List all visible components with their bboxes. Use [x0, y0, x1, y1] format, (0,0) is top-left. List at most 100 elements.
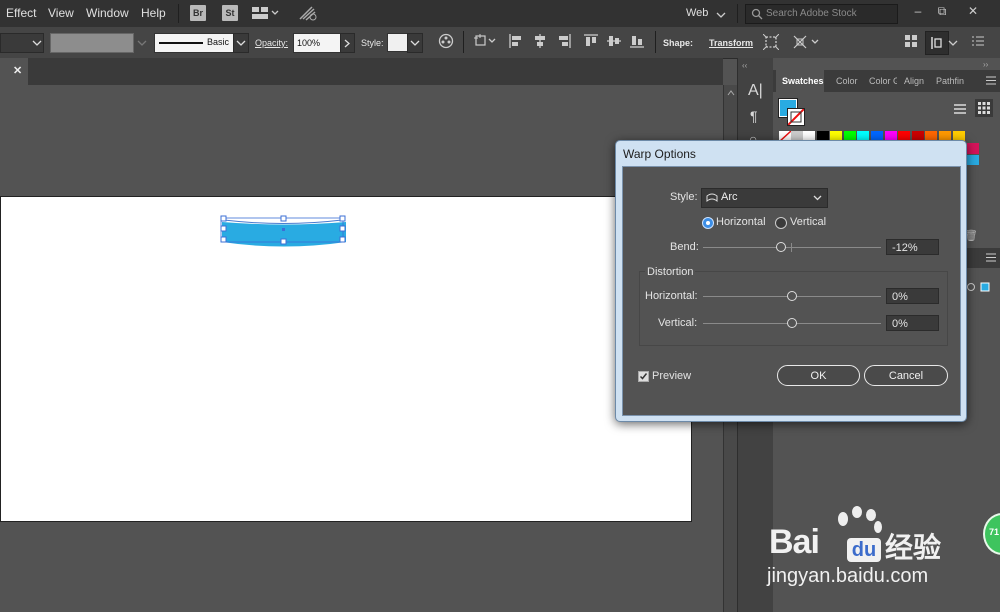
stroke-swatch[interactable]: [787, 108, 805, 126]
panel-tab-bar: Swatches Color Color Guide Align Pathfin…: [773, 70, 1000, 92]
minimize-icon[interactable]: –: [907, 2, 929, 20]
list-view-icon[interactable]: [953, 103, 967, 118]
document-tab-bar: ✕: [0, 58, 723, 85]
bend-slider-center-tick: [791, 243, 792, 252]
watermark-url: jingyan.baidu.com: [767, 565, 929, 587]
vertical-radio-label[interactable]: Vertical: [790, 216, 826, 228]
layer-target-icon[interactable]: [967, 282, 991, 295]
distortion-vertical-label: Vertical:: [658, 317, 698, 329]
arrange-panels-icon[interactable]: [905, 35, 918, 51]
character-panel-icon[interactable]: A|: [748, 82, 763, 100]
stock-icon[interactable]: St: [222, 5, 238, 21]
warp-style-dropdown[interactable]: Arc: [701, 188, 828, 208]
watermark-brand: Bai: [769, 523, 820, 561]
distortion-vertical-slider-handle[interactable]: [787, 318, 797, 328]
arrange-documents-icon[interactable]: [252, 6, 279, 19]
tab-pathfinder[interactable]: Pathfinder: [936, 76, 964, 86]
align-vertical-center-icon[interactable]: [607, 34, 621, 51]
transform-link[interactable]: Transform: [709, 38, 753, 48]
bridge-icon[interactable]: Br: [190, 5, 206, 21]
cancel-button[interactable]: Cancel: [864, 365, 948, 386]
ok-button[interactable]: OK: [777, 365, 860, 386]
swatch-cell[interactable]: [967, 155, 979, 165]
panel-menu-icon[interactable]: [986, 253, 996, 265]
swatch-cell[interactable]: [967, 143, 979, 154]
graphic-style-swatch[interactable]: [387, 33, 408, 52]
close-tab-icon[interactable]: ✕: [13, 64, 22, 77]
tab-color[interactable]: Color: [836, 76, 858, 86]
dialog-body: Style: Arc Horizontal Vertical Bend: -12…: [622, 166, 961, 416]
control-panel-toggle[interactable]: [925, 31, 949, 55]
workspace-switcher[interactable]: Web: [686, 7, 708, 19]
align-bottom-icon[interactable]: [630, 34, 644, 51]
control-divider: [463, 31, 464, 53]
menu-effect[interactable]: Effect: [6, 6, 36, 20]
style-label: Style:: [670, 191, 698, 203]
style-dropdown-toggle[interactable]: [407, 33, 423, 53]
chevron-down-icon[interactable]: [948, 40, 958, 46]
menu-divider: [178, 4, 179, 23]
opacity-label[interactable]: Opacity:: [255, 38, 288, 48]
bend-input[interactable]: -12%: [886, 239, 939, 255]
stroke-weight-dropdown[interactable]: [0, 33, 44, 53]
badge-number: 71: [989, 527, 1000, 537]
tab-swatches[interactable]: Swatches: [782, 76, 824, 86]
distortion-vertical-input[interactable]: 0%: [886, 315, 939, 331]
collapse-panel-icon[interactable]: ››: [983, 60, 988, 69]
panel-menu-icon[interactable]: [972, 36, 984, 49]
warped-shape[interactable]: [216, 214, 352, 254]
horizontal-radio-label[interactable]: Horizontal: [716, 216, 766, 228]
tab-align[interactable]: Align: [904, 76, 924, 86]
brush-dropdown-toggle[interactable]: [233, 33, 249, 53]
panel-menu-icon[interactable]: [986, 76, 996, 88]
warp-options-dialog: Warp Options Style: Arc Horizontal Verti…: [615, 140, 967, 422]
dialog-title: Warp Options: [623, 147, 696, 161]
vertical-radio[interactable]: [775, 217, 787, 229]
variable-width-profile[interactable]: [50, 33, 134, 53]
preview-checkbox[interactable]: [638, 371, 649, 382]
distortion-horizontal-label: Horizontal:: [645, 290, 698, 302]
gpu-performance-icon[interactable]: [298, 4, 318, 25]
control-bar: Basic Opacity: 100% Style: Shape: Transf…: [0, 27, 1000, 59]
grid-view-icon[interactable]: [975, 99, 993, 117]
scroll-up-arrow-icon[interactable]: [727, 90, 735, 96]
tab-color-guide[interactable]: Color Guide: [869, 76, 897, 86]
preview-label[interactable]: Preview: [652, 370, 691, 382]
baidu-watermark: Bai du 经验 jingyan.baidu.com: [767, 500, 1000, 612]
stock-search-input[interactable]: Search Adobe Stock: [745, 4, 898, 24]
search-icon: [751, 8, 763, 23]
brush-definition-dropdown[interactable]: Basic: [154, 33, 234, 53]
align-to-icon[interactable]: [474, 34, 498, 51]
style-label: Style:: [361, 38, 384, 48]
menu-window[interactable]: Window: [86, 6, 129, 20]
close-icon[interactable]: ✕: [962, 2, 984, 20]
menu-view[interactable]: View: [48, 6, 74, 20]
search-placeholder: Search Adobe Stock: [766, 8, 857, 19]
puppet-warp-icon[interactable]: [792, 34, 822, 53]
align-horizontal-center-icon[interactable]: [533, 34, 547, 51]
distortion-horizontal-slider-handle[interactable]: [787, 291, 797, 301]
horizontal-radio[interactable]: [702, 217, 714, 229]
restore-icon[interactable]: ⧉: [931, 2, 953, 20]
collapse-dock-icon[interactable]: ‹‹: [742, 61, 747, 70]
bend-slider-handle[interactable]: [776, 242, 787, 252]
distortion-group: [639, 271, 948, 346]
chevron-down-icon[interactable]: [716, 9, 726, 21]
control-divider: [655, 31, 656, 53]
document-tab[interactable]: ✕: [0, 58, 28, 85]
align-left-icon[interactable]: [509, 34, 523, 51]
warp-style-value: Arc: [721, 191, 738, 203]
align-right-icon[interactable]: [557, 34, 571, 51]
menu-help[interactable]: Help: [141, 6, 166, 20]
stroke-preview: [159, 42, 203, 44]
bend-slider-track[interactable]: [703, 247, 881, 248]
arc-icon: [706, 193, 718, 203]
chevron-down-icon[interactable]: [137, 40, 147, 46]
opacity-arrow-button[interactable]: [340, 33, 355, 53]
opacity-input[interactable]: 100%: [293, 33, 341, 53]
paragraph-panel-icon[interactable]: ¶: [750, 108, 758, 124]
distortion-horizontal-input[interactable]: 0%: [886, 288, 939, 304]
isolate-group-icon[interactable]: [762, 33, 780, 53]
align-top-icon[interactable]: [584, 34, 598, 51]
recolor-artwork-icon[interactable]: [438, 33, 454, 52]
